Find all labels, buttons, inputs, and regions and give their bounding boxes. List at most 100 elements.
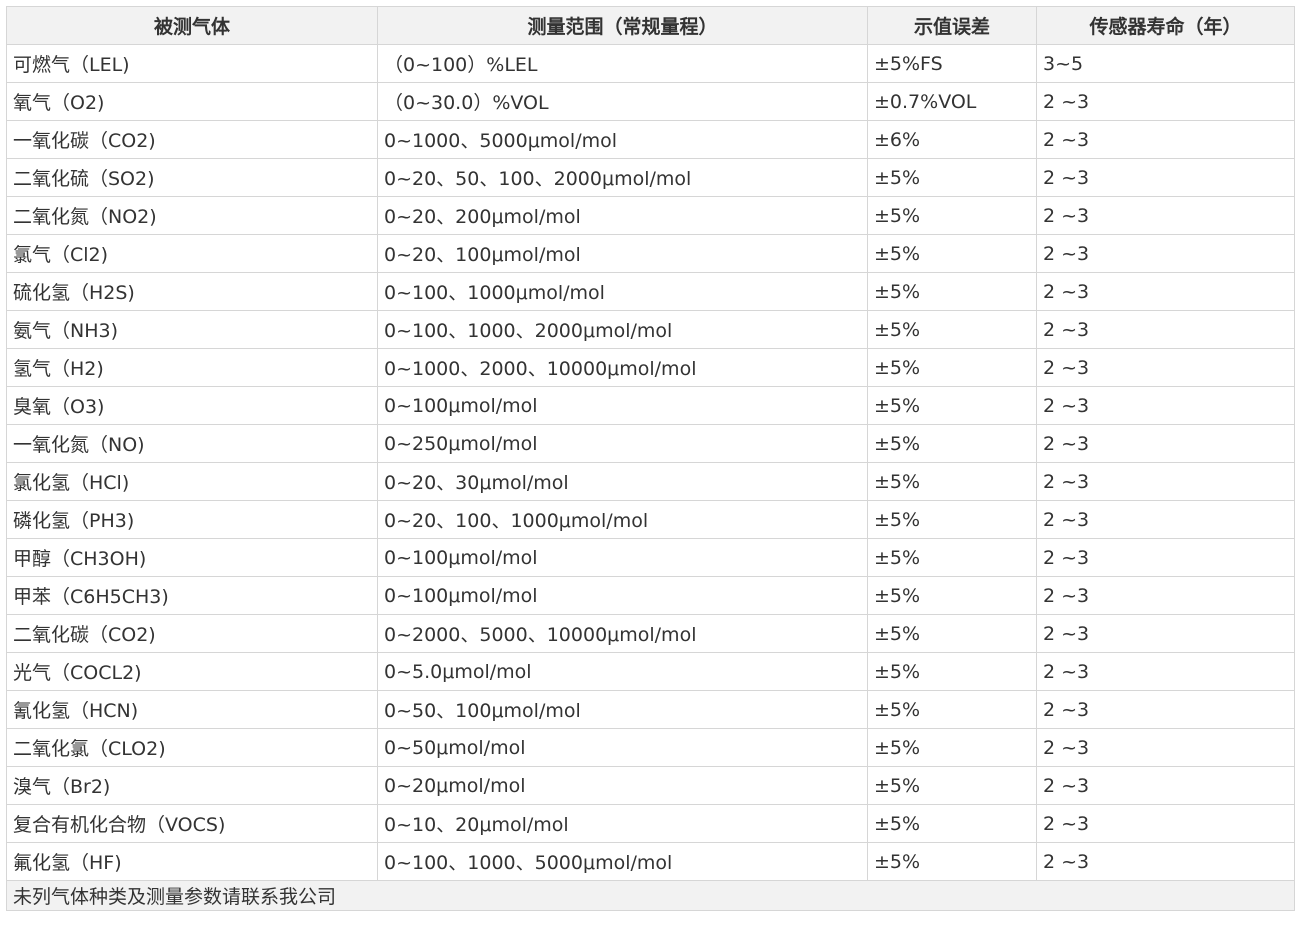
cell-lifetime: 2 ~3 <box>1036 576 1295 615</box>
table-row: 甲醇（CH3OH) 0~100μmol/mol ±5% 2 ~3 <box>6 538 1295 577</box>
cell-gas: 可燃气（LEL) <box>6 44 378 83</box>
header-error: 示值误差 <box>867 6 1037 45</box>
cell-range: 0~250μmol/mol <box>377 424 868 463</box>
cell-range: 0~20、100μmol/mol <box>377 234 868 273</box>
cell-gas: 磷化氢（PH3) <box>6 500 378 539</box>
cell-lifetime: 2 ~3 <box>1036 690 1295 729</box>
cell-error: ±5% <box>867 690 1037 729</box>
table-row: 光气（COCL2) 0~5.0μmol/mol ±5% 2 ~3 <box>6 652 1295 691</box>
table-footer-row: 未列气体种类及测量参数请联系我公司 <box>6 880 1295 911</box>
cell-gas: 氧气（O2) <box>6 82 378 121</box>
table-row: 氢气（H2) 0~1000、2000、10000μmol/mol ±5% 2 ~3 <box>6 348 1295 387</box>
cell-error: ±5% <box>867 386 1037 425</box>
header-gas: 被测气体 <box>6 6 378 45</box>
cell-range: 0~100、1000、2000μmol/mol <box>377 310 868 349</box>
cell-range: 0~100μmol/mol <box>377 576 868 615</box>
cell-range: 0~50、100μmol/mol <box>377 690 868 729</box>
table-body: 可燃气（LEL) （0~100）%LEL ±5%FS 3~5 氧气（O2) （0~30.0… <box>6 44 1295 881</box>
cell-range: 0~1000、5000μmol/mol <box>377 120 868 159</box>
table-row: 可燃气（LEL) （0~100）%LEL ±5%FS 3~5 <box>6 44 1295 83</box>
cell-error: ±5% <box>867 310 1037 349</box>
table-row: 氰化氢（HCN) 0~50、100μmol/mol ±5% 2 ~3 <box>6 690 1295 729</box>
header-range: 测量范围（常规量程） <box>377 6 868 45</box>
cell-error: ±5% <box>867 652 1037 691</box>
cell-error: ±5%FS <box>867 44 1037 83</box>
cell-lifetime: 2 ~3 <box>1036 386 1295 425</box>
table-row: 氯气（Cl2) 0~20、100μmol/mol ±5% 2 ~3 <box>6 234 1295 273</box>
cell-range: 0~50μmol/mol <box>377 728 868 767</box>
cell-gas: 溴气（Br2) <box>6 766 378 805</box>
cell-gas: 二氧化硫（SO2) <box>6 158 378 197</box>
cell-lifetime: 2 ~3 <box>1036 120 1295 159</box>
table-row: 磷化氢（PH3) 0~20、100、1000μmol/mol ±5% 2 ~3 <box>6 500 1295 539</box>
table-row: 氟化氢（HF) 0~100、1000、5000μmol/mol ±5% 2 ~3 <box>6 842 1295 881</box>
table-row: 二氧化氯（CLO2) 0~50μmol/mol ±5% 2 ~3 <box>6 728 1295 767</box>
table-row: 氯化氢（HCl) 0~20、30μmol/mol ±5% 2 ~3 <box>6 462 1295 501</box>
cell-range: 0~100、1000μmol/mol <box>377 272 868 311</box>
cell-lifetime: 2 ~3 <box>1036 196 1295 235</box>
cell-range: 0~100、1000、5000μmol/mol <box>377 842 868 881</box>
table-row: 溴气（Br2) 0~20μmol/mol ±5% 2 ~3 <box>6 766 1295 805</box>
cell-error: ±5% <box>867 234 1037 273</box>
header-lifetime: 传感器寿命（年） <box>1036 6 1295 45</box>
table-header-row: 被测气体 测量范围（常规量程） 示值误差 传感器寿命（年） <box>6 6 1295 45</box>
cell-range: 0~20、200μmol/mol <box>377 196 868 235</box>
cell-gas: 氰化氢（HCN) <box>6 690 378 729</box>
cell-range: 0~20、30μmol/mol <box>377 462 868 501</box>
table-row: 二氧化碳（CO2) 0~2000、5000、10000μmol/mol ±5% 2 ~… <box>6 614 1295 653</box>
cell-range: 0~1000、2000、10000μmol/mol <box>377 348 868 387</box>
cell-lifetime: 2 ~3 <box>1036 500 1295 539</box>
cell-error: ±5% <box>867 272 1037 311</box>
cell-gas: 氯气（Cl2) <box>6 234 378 273</box>
cell-lifetime: 2 ~3 <box>1036 766 1295 805</box>
table-row: 甲苯（C6H5CH3) 0~100μmol/mol ±5% 2 ~3 <box>6 576 1295 615</box>
footer-note: 未列气体种类及测量参数请联系我公司 <box>6 880 1295 911</box>
table-row: 氧气（O2) （0~30.0）%VOL ±0.7%VOL 2 ~3 <box>6 82 1295 121</box>
cell-lifetime: 2 ~3 <box>1036 652 1295 691</box>
cell-gas: 二氧化碳（CO2) <box>6 614 378 653</box>
cell-lifetime: 3~5 <box>1036 44 1295 83</box>
cell-lifetime: 2 ~3 <box>1036 804 1295 843</box>
cell-range: （0~100）%LEL <box>377 44 868 83</box>
cell-lifetime: 2 ~3 <box>1036 728 1295 767</box>
cell-lifetime: 2 ~3 <box>1036 842 1295 881</box>
cell-range: 0~100μmol/mol <box>377 386 868 425</box>
cell-lifetime: 2 ~3 <box>1036 348 1295 387</box>
cell-error: ±5% <box>867 728 1037 767</box>
cell-error: ±5% <box>867 196 1037 235</box>
cell-error: ±5% <box>867 804 1037 843</box>
cell-lifetime: 2 ~3 <box>1036 82 1295 121</box>
cell-gas: 氯化氢（HCl) <box>6 462 378 501</box>
cell-range: 0~10、20μmol/mol <box>377 804 868 843</box>
cell-gas: 二氧化氯（CLO2) <box>6 728 378 767</box>
cell-error: ±0.7%VOL <box>867 82 1037 121</box>
cell-error: ±5% <box>867 766 1037 805</box>
cell-lifetime: 2 ~3 <box>1036 272 1295 311</box>
cell-error: ±5% <box>867 576 1037 615</box>
cell-error: ±5% <box>867 538 1037 577</box>
cell-lifetime: 2 ~3 <box>1036 234 1295 273</box>
cell-lifetime: 2 ~3 <box>1036 538 1295 577</box>
cell-lifetime: 2 ~3 <box>1036 614 1295 653</box>
cell-range: 0~20μmol/mol <box>377 766 868 805</box>
cell-gas: 光气（COCL2) <box>6 652 378 691</box>
cell-error: ±5% <box>867 842 1037 881</box>
cell-gas: 复合有机化合物（VOCS) <box>6 804 378 843</box>
cell-gas: 一氧化氮（NO) <box>6 424 378 463</box>
cell-error: ±5% <box>867 500 1037 539</box>
table-row: 氨气（NH3) 0~100、1000、2000μmol/mol ±5% 2 ~3 <box>6 310 1295 349</box>
cell-error: ±5% <box>867 158 1037 197</box>
cell-range: 0~20、100、1000μmol/mol <box>377 500 868 539</box>
cell-lifetime: 2 ~3 <box>1036 462 1295 501</box>
gas-sensor-spec-table-container: 被测气体 测量范围（常规量程） 示值误差 传感器寿命（年） 可燃气（LEL) （0… <box>6 6 1295 911</box>
cell-error: ±6% <box>867 120 1037 159</box>
cell-error: ±5% <box>867 424 1037 463</box>
table-row: 复合有机化合物（VOCS) 0~10、20μmol/mol ±5% 2 ~3 <box>6 804 1295 843</box>
cell-error: ±5% <box>867 462 1037 501</box>
table-row: 硫化氢（H2S) 0~100、1000μmol/mol ±5% 2 ~3 <box>6 272 1295 311</box>
cell-range: 0~2000、5000、10000μmol/mol <box>377 614 868 653</box>
cell-gas: 氢气（H2) <box>6 348 378 387</box>
cell-range: 0~100μmol/mol <box>377 538 868 577</box>
cell-gas: 氨气（NH3) <box>6 310 378 349</box>
cell-gas: 甲苯（C6H5CH3) <box>6 576 378 615</box>
